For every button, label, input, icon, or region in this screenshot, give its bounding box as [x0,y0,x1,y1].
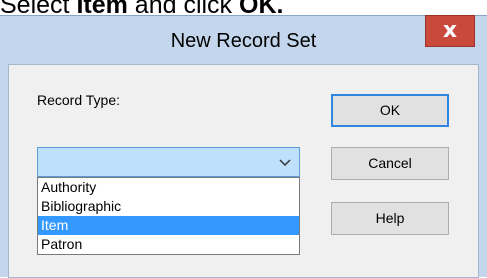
record-type-label: Record Type: [37,92,121,108]
dialog-title: New Record Set [170,30,317,52]
option-bibliographic[interactable]: Bibliographic [38,197,299,216]
record-type-select[interactable] [37,147,300,177]
record-type-dropdown-list: Authority Bibliographic Item Patron [37,177,300,255]
dialog-body: Record Type: Authority Bibliographic Item P… [8,64,479,278]
help-button[interactable]: Help [331,202,449,235]
chevron-down-icon[interactable] [279,156,291,168]
option-item[interactable]: Item [38,216,299,235]
close-button[interactable]: x [425,15,475,47]
option-authority[interactable]: Authority [38,178,299,197]
title-bar[interactable]: New Record Set x [0,15,487,64]
ok-button[interactable]: OK [331,94,449,127]
cancel-button[interactable]: Cancel [331,147,449,180]
option-patron[interactable]: Patron [38,235,299,254]
new-record-set-dialog: New Record Set x Record Type: Authority B… [0,15,487,278]
